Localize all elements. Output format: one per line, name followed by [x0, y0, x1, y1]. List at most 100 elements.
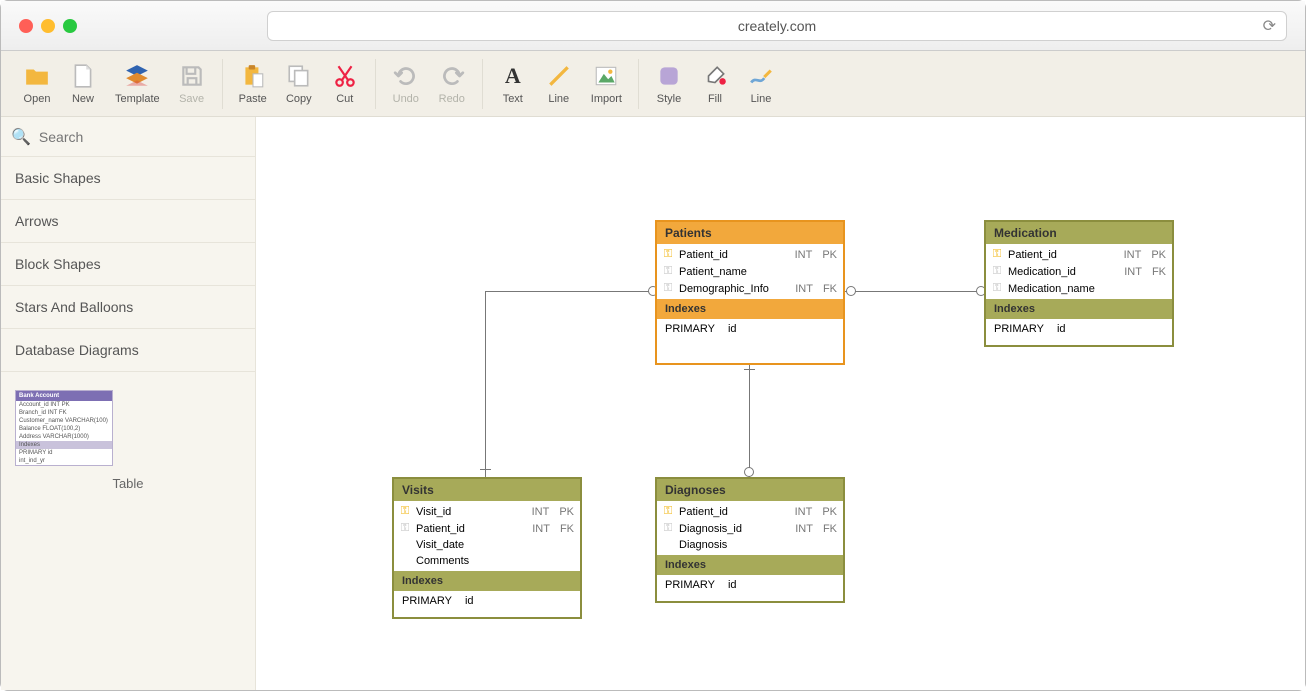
redo-icon — [439, 63, 465, 89]
indexes-header: Indexes — [394, 571, 580, 591]
entity-field[interactable]: ⚿ Diagnosis_id INT FK — [657, 520, 843, 537]
entity-field[interactable]: ⚿ Patient_id INT FK — [394, 520, 580, 537]
primary-key-icon: ⚿ — [992, 248, 1002, 261]
entity-field[interactable]: ⚿ Patient_id INT PK — [986, 246, 1172, 263]
import-button[interactable]: Import — [583, 59, 630, 109]
minimize-window-button[interactable] — [41, 19, 55, 33]
table-shape-thumbnail[interactable]: Bank Account Account_id INT PK Branch_id… — [15, 390, 113, 466]
paste-button[interactable]: Paste — [231, 59, 275, 109]
url-bar[interactable]: creately.com ⟳ — [267, 11, 1287, 41]
connector-endpoint[interactable] — [846, 286, 856, 296]
sidebar: 🔍 Basic Shapes Arrows Block Shapes Stars… — [1, 117, 256, 690]
entity-field[interactable]: ⚿ Medication_id INT FK — [986, 263, 1172, 280]
toolbar: Open New Template Save Paste Copy Cut Un… — [1, 51, 1305, 117]
sidebar-item-database-diagrams[interactable]: Database Diagrams — [1, 329, 255, 372]
cut-button[interactable]: Cut — [323, 59, 367, 109]
new-file-icon — [70, 63, 96, 89]
field-icon: ⚿ — [663, 265, 673, 278]
canvas[interactable]: Patients ⚿ Patient_id INT PK ⚿ Patient_n… — [256, 117, 1305, 690]
entity-field[interactable]: ⚿ Patient_id INT PK — [657, 503, 843, 520]
field-icon: ⚿ — [663, 282, 673, 295]
save-button[interactable]: Save — [170, 59, 214, 109]
thumbnail-label: Table — [15, 476, 241, 491]
toolbar-separator — [638, 59, 639, 109]
search-input[interactable] — [39, 129, 245, 145]
browser-chrome: creately.com ⟳ — [1, 1, 1305, 51]
entity-fields: ⚿ Patient_id INT PK ⚿ Medication_id INT … — [986, 244, 1172, 299]
entity-title: Visits — [394, 479, 580, 501]
folder-icon — [24, 63, 50, 89]
style-button[interactable]: Style — [647, 59, 691, 109]
copy-button[interactable]: Copy — [277, 59, 321, 109]
entity-diagnoses[interactable]: Diagnoses ⚿ Patient_id INT PK ⚿ Diagnosi… — [655, 477, 845, 603]
line-style-button[interactable]: Line — [739, 59, 783, 109]
undo-icon — [393, 63, 419, 89]
toolbar-separator — [482, 59, 483, 109]
connector-endpoint[interactable] — [744, 467, 754, 477]
connector[interactable] — [749, 363, 750, 478]
text-tool-button[interactable]: A Text — [491, 59, 535, 109]
template-button[interactable]: Template — [107, 59, 168, 109]
entity-patients[interactable]: Patients ⚿ Patient_id INT PK ⚿ Patient_n… — [655, 220, 845, 365]
paste-icon — [240, 63, 266, 89]
field-icon: ⚿ — [992, 265, 1002, 278]
undo-button[interactable]: Undo — [384, 59, 428, 109]
indexes-header: Indexes — [986, 299, 1172, 319]
window-controls — [19, 19, 77, 33]
pencil-icon — [748, 63, 774, 89]
entity-field[interactable]: ⚿ Patient_name — [657, 263, 843, 280]
entity-field[interactable]: Comments — [394, 553, 580, 569]
redo-button[interactable]: Redo — [430, 59, 474, 109]
entity-fields: ⚿ Patient_id INT PK ⚿ Diagnosis_id INT F… — [657, 501, 843, 555]
entity-medication[interactable]: Medication ⚿ Patient_id INT PK ⚿ Medicat… — [984, 220, 1174, 347]
entity-title: Medication — [986, 222, 1172, 244]
field-icon: ⚿ — [663, 522, 673, 535]
sidebar-item-arrows[interactable]: Arrows — [1, 200, 255, 243]
text-icon: A — [500, 63, 526, 89]
copy-icon — [286, 63, 312, 89]
image-icon — [593, 63, 619, 89]
new-button[interactable]: New — [61, 59, 105, 109]
indexes-header: Indexes — [657, 555, 843, 575]
entity-field[interactable]: ⚿ Medication_name — [986, 280, 1172, 297]
entity-title: Patients — [657, 222, 843, 244]
connector[interactable] — [485, 291, 486, 477]
entity-fields: ⚿ Patient_id INT PK ⚿ Patient_name ⚿ Dem… — [657, 244, 843, 299]
line-icon — [546, 63, 572, 89]
open-button[interactable]: Open — [15, 59, 59, 109]
close-window-button[interactable] — [19, 19, 33, 33]
search-row: 🔍 — [1, 117, 255, 157]
connector-bar — [744, 369, 755, 370]
entity-field[interactable]: Diagnosis — [657, 537, 843, 553]
indexes-body: PRIMARY id — [657, 575, 843, 601]
primary-key-icon: ⚿ — [663, 505, 673, 518]
sidebar-item-basic-shapes[interactable]: Basic Shapes — [1, 157, 255, 200]
reload-icon[interactable]: ⟳ — [1263, 16, 1276, 36]
connector[interactable] — [844, 291, 984, 292]
connector-bar — [480, 469, 491, 470]
fill-button[interactable]: Fill — [693, 59, 737, 109]
entity-field[interactable]: Visit_date — [394, 537, 580, 553]
entity-field[interactable]: ⚿ Visit_id INT PK — [394, 503, 580, 520]
toolbar-separator — [222, 59, 223, 109]
entity-field[interactable]: ⚿ Demographic_Info INT FK — [657, 280, 843, 297]
indexes-body: PRIMARY id — [986, 319, 1172, 345]
connector[interactable] — [485, 291, 657, 292]
sidebar-item-stars-balloons[interactable]: Stars And Balloons — [1, 286, 255, 329]
sidebar-item-block-shapes[interactable]: Block Shapes — [1, 243, 255, 286]
entity-field[interactable]: ⚿ Patient_id INT PK — [657, 246, 843, 263]
field-icon: ⚿ — [400, 522, 410, 535]
line-tool-button[interactable]: Line — [537, 59, 581, 109]
entity-fields: ⚿ Visit_id INT PK ⚿ Patient_id INT FK Vi… — [394, 501, 580, 571]
style-icon — [656, 63, 682, 89]
entity-visits[interactable]: Visits ⚿ Visit_id INT PK ⚿ Patient_id IN… — [392, 477, 582, 619]
search-icon: 🔍 — [11, 127, 31, 147]
maximize-window-button[interactable] — [63, 19, 77, 33]
field-icon: ⚿ — [992, 282, 1002, 295]
fill-icon — [702, 63, 728, 89]
cut-icon — [332, 63, 358, 89]
indexes-body: PRIMARY id — [394, 591, 580, 617]
indexes-body: PRIMARY id — [657, 319, 843, 363]
primary-key-icon: ⚿ — [663, 248, 673, 261]
url-text: creately.com — [738, 18, 816, 34]
